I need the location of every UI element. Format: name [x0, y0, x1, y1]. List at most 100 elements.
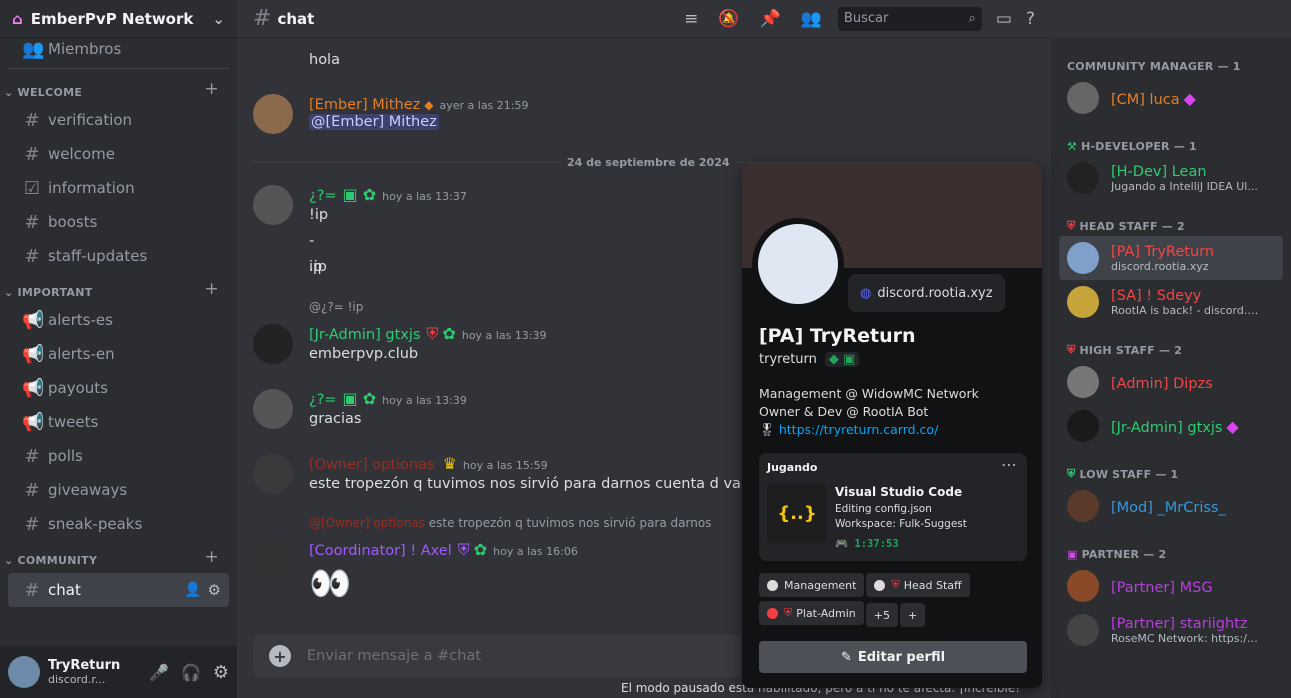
avatar[interactable] [253, 454, 293, 494]
avatar [1067, 242, 1099, 274]
avatar[interactable] [253, 389, 293, 429]
role-icon: ◆ [424, 98, 434, 112]
gear-icon[interactable]: ⚙ [213, 662, 229, 683]
member-activity: RoseMC Network: https://... [1111, 631, 1261, 645]
hash-icon: # [253, 6, 272, 31]
shield-icon: ⛨ [891, 578, 900, 591]
deafen-icon[interactable]: 🎧 [181, 663, 201, 682]
channel-staff-updates[interactable]: # staff-updates [8, 239, 229, 273]
avatar[interactable] [253, 185, 293, 225]
add-channel-icon[interactable]: + [204, 79, 219, 99]
more-roles[interactable]: +5 [865, 603, 898, 627]
reply-preview[interactable]: @¿?= !ip [309, 300, 363, 314]
author-name[interactable]: [Ember] Mithez [309, 97, 420, 113]
members-icon: 👥 [22, 38, 45, 60]
member-item[interactable]: [Partner] MSG [1059, 564, 1283, 608]
avatar [1067, 614, 1099, 646]
add-channel-icon[interactable]: + [204, 547, 219, 567]
member-item[interactable]: [Admin] Dipzs [1059, 360, 1283, 404]
shield-icon: ⛨ [457, 540, 470, 559]
chevron-down-icon[interactable]: ⌄ [212, 10, 225, 28]
profile-avatar[interactable] [752, 218, 844, 310]
notifications-muted-icon[interactable]: 🔕 [718, 9, 739, 29]
channel-tweets[interactable]: 📢 tweets [8, 405, 229, 439]
emoji: 👀 [309, 564, 352, 604]
vscode-icon: {..} [767, 483, 827, 543]
avatar[interactable] [253, 324, 293, 364]
role-tag[interactable]: ⛨ Plat-Admin [759, 601, 864, 625]
category-community[interactable]: ⌄ COMMUNITY + [0, 541, 237, 571]
member-item[interactable]: [Jr-Admin] gtxjs ◆ [1059, 404, 1283, 448]
help-icon[interactable]: ? [1026, 9, 1035, 29]
channel-sidebar: ⌂ EmberPvP Network ⌄ 👥 Miembros ⌄ WELCOME +… [0, 0, 237, 698]
avatar [1067, 82, 1099, 114]
server-header[interactable]: ⌂ EmberPvP Network ⌄ [0, 0, 237, 38]
threads-icon[interactable]: ≡ [684, 9, 698, 29]
member-name: [Partner] stariightz [1111, 615, 1248, 632]
channel-giveaways[interactable]: # giveaways [8, 473, 229, 507]
channel-verification[interactable]: # verification [8, 103, 229, 137]
role-tag[interactable]: ⛨ Head Staff [866, 573, 970, 597]
channel-welcome[interactable]: # welcome [8, 137, 229, 171]
user-panel: TryReturn discord.r... 🎤 🎧 ⚙ [0, 646, 237, 698]
add-attachment-icon[interactable]: + [269, 645, 291, 667]
category-important[interactable]: ⌄ IMPORTANT + [0, 273, 237, 303]
member-item[interactable]: [H-Dev] Lean Jugando a IntelliJ IDEA Ul..… [1059, 156, 1283, 200]
avatar[interactable] [253, 540, 293, 580]
members-icon[interactable]: 👥 [801, 9, 822, 29]
activity-card: Jugando ⋯ {..} Visual Studio Code Editin… [759, 453, 1027, 561]
channel-members[interactable]: 👥 Miembros [8, 38, 229, 60]
avatar [1067, 366, 1099, 398]
member-name: [Admin] Dipzs [1111, 375, 1213, 392]
message-text: este tropezón q tuvimos nos sirvió para … [309, 476, 780, 492]
reply-preview[interactable]: @[Owner] optionas [309, 516, 425, 530]
channel-boosts[interactable]: # boosts [8, 205, 229, 239]
channel-alerts-en[interactable]: 📢 alerts-en [8, 337, 229, 371]
member-category: ▣ PARTNER — 2 [1067, 547, 1167, 561]
role-color-dot [767, 607, 778, 619]
role-tag[interactable]: Management [759, 573, 865, 597]
add-role-button[interactable]: + [900, 603, 926, 627]
mention[interactable]: @[Ember] Mithez [309, 114, 439, 130]
member-activity: RootIA is back! - discord.r... [1111, 303, 1261, 317]
channel-sneak-peaks[interactable]: # sneak-peaks [8, 507, 229, 541]
activity-elapsed: 🎮 1:37:53 [835, 538, 899, 550]
search-input[interactable]: Buscar ⌕ [837, 6, 982, 31]
invite-icon[interactable]: 👤 [184, 582, 201, 598]
hash-icon: # [24, 479, 40, 501]
inbox-icon[interactable]: ▭ [996, 9, 1012, 29]
hash-icon: # [24, 245, 40, 267]
role-color-dot [874, 579, 886, 591]
composer-placeholder: Enviar mensaje a #chat [307, 648, 482, 664]
add-channel-icon[interactable]: + [204, 279, 219, 299]
avatar[interactable] [253, 94, 293, 134]
shield-icon: ⛨ [1067, 219, 1076, 232]
more-icon[interactable]: ⋯ [1001, 455, 1017, 474]
category-welcome[interactable]: ⌄ WELCOME + [0, 73, 237, 103]
edit-profile-button[interactable]: ✎ Editar perfil [759, 641, 1027, 673]
channel-polls[interactable]: # polls [8, 439, 229, 473]
shield-icon: ⛨ [784, 606, 793, 619]
member-item[interactable]: [CM] luca ◆ [1059, 76, 1283, 120]
member-item[interactable]: [SA] ! Sdeyy RootIA is back! - discord.r.… [1059, 280, 1283, 324]
pin-icon[interactable]: 📌 [760, 9, 781, 29]
custom-status: ◍ discord.rootia.xyz [848, 274, 1005, 312]
channel-payouts[interactable]: 📢 payouts [8, 371, 229, 405]
gear-icon[interactable]: ⚙ [208, 581, 221, 599]
bio-link[interactable]: https://tryreturn.carrd.co/ [779, 422, 938, 437]
member-name: [Partner] MSG [1111, 579, 1213, 596]
author-name[interactable]: [Coordinator] ! Axel [309, 543, 452, 559]
activity-details: Editing config.json [835, 503, 932, 515]
member-item[interactable]: [PA] TryReturn discord.rootia.xyz [1059, 236, 1283, 280]
member-item[interactable]: [Partner] stariightz RoseMC Network: http… [1059, 608, 1283, 652]
timestamp: hoy a las 13:37 [382, 190, 467, 203]
channel-chat[interactable]: # chat 👤 ⚙ [8, 573, 229, 607]
mute-mic-icon[interactable]: 🎤 [149, 663, 169, 682]
channel-alerts-es[interactable]: 📢 alerts-es [8, 303, 229, 337]
member-category: ⛨ LOW STAFF — 1 [1067, 467, 1179, 481]
link-icon: 🎖 [759, 422, 779, 437]
channel-name: chat [277, 9, 315, 28]
channel-information[interactable]: ☑ information [8, 171, 229, 205]
member-item[interactable]: [Mod] _MrCriss_ [1059, 484, 1283, 528]
avatar[interactable] [8, 656, 40, 688]
